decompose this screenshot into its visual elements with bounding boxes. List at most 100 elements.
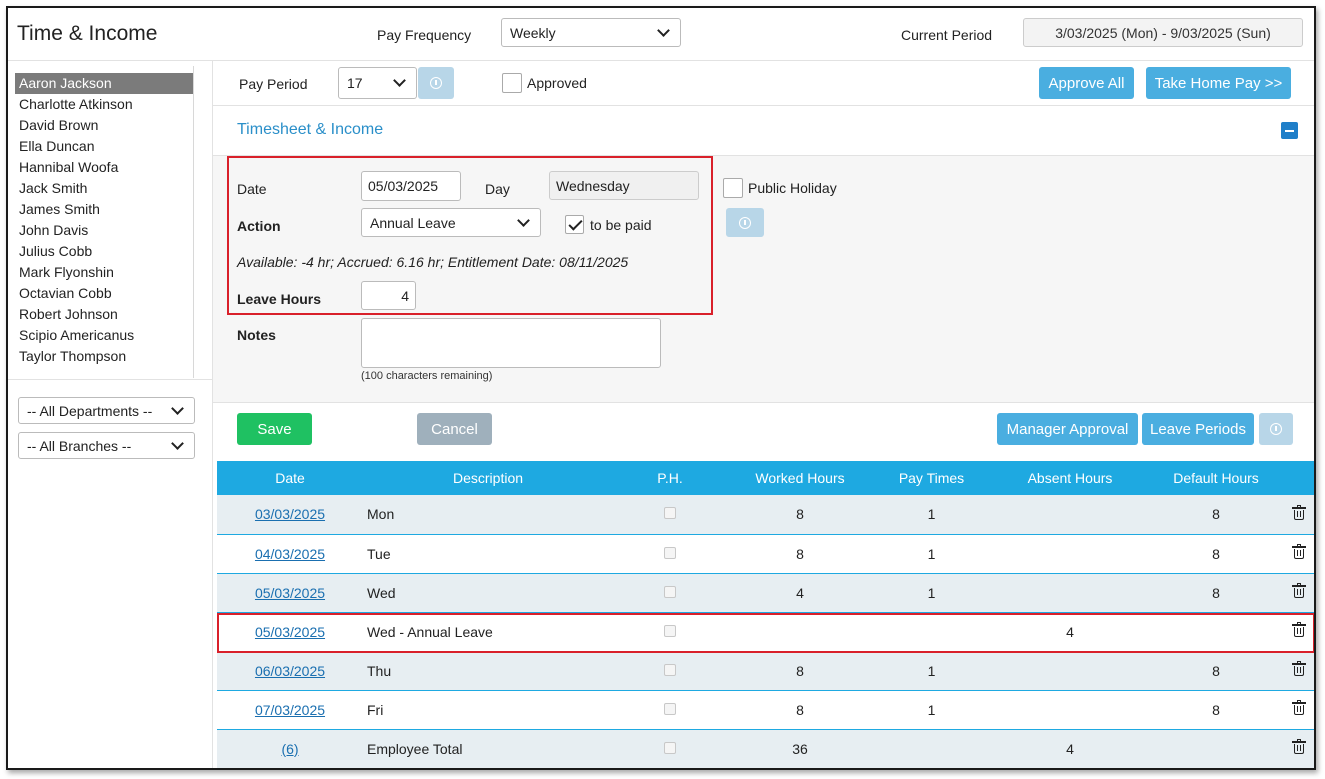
header-divider (8, 60, 1314, 61)
save-button[interactable]: Save (237, 413, 312, 445)
leave-periods-button[interactable]: Leave Periods (1142, 413, 1254, 445)
date-link[interactable]: 04/03/2025 (255, 546, 325, 562)
info-icon (1270, 423, 1282, 435)
chevron-down-icon (393, 74, 406, 87)
notes-label: Notes (237, 327, 276, 343)
info-icon (430, 77, 442, 89)
date-link[interactable]: 05/03/2025 (255, 585, 325, 601)
cell-description: Employee Total (363, 729, 613, 768)
employee-list-item[interactable]: Scipio Americanus (15, 325, 193, 346)
employee-list-item[interactable]: Octavian Cobb (15, 283, 193, 304)
col-header-actions (1282, 461, 1314, 495)
trash-icon[interactable] (1291, 504, 1306, 520)
approve-all-button[interactable]: Approve All (1039, 67, 1134, 99)
pay-frequency-value: Weekly (510, 24, 556, 41)
cell-delete (1282, 495, 1314, 535)
cell-pay-times: 1 (873, 651, 990, 691)
cancel-button[interactable]: Cancel (417, 413, 492, 445)
branch-filter-value: -- All Branches -- (27, 437, 132, 454)
public-holiday-checkbox[interactable] (723, 178, 743, 198)
date-link[interactable]: 03/03/2025 (255, 506, 325, 522)
pay-frequency-select[interactable]: Weekly (501, 18, 681, 47)
current-period-display: 3/03/2025 (Mon) - 9/03/2025 (Sun) (1023, 18, 1303, 47)
page-title: Time & Income (17, 22, 158, 45)
pay-frequency-label: Pay Frequency (377, 27, 472, 43)
employee-list-item[interactable]: Robert Johnson (15, 304, 193, 325)
public-holiday-label: Public Holiday (748, 180, 837, 196)
table-row: 06/03/2025 Thu 8 1 8 (217, 651, 1314, 691)
leave-periods-info-button[interactable] (1259, 413, 1293, 445)
cell-worked-hours: 36 (727, 729, 873, 768)
col-header-pay-times[interactable]: Pay Times (873, 461, 990, 495)
trash-icon[interactable] (1291, 700, 1306, 715)
cell-description: Mon (363, 495, 613, 535)
public-holiday-info-button[interactable] (726, 208, 764, 237)
section-title: Timesheet & Income (237, 121, 384, 138)
date-link[interactable]: 07/03/2025 (255, 702, 325, 718)
cell-ph (613, 690, 727, 730)
employee-list-item[interactable]: Charlotte Atkinson (15, 94, 193, 115)
cell-date: 06/03/2025 (217, 651, 363, 691)
take-home-pay-button[interactable]: Take Home Pay >> (1146, 67, 1291, 99)
cell-delete (1282, 573, 1314, 613)
cell-description: Fri (363, 690, 613, 730)
notes-remaining-counter: (100 characters remaining) (361, 370, 493, 382)
table-row: 05/03/2025 Wed 4 1 8 (217, 573, 1314, 613)
employee-list-item[interactable]: Julius Cobb (15, 241, 193, 262)
minus-icon (1285, 129, 1294, 132)
employee-list-item[interactable]: Aaron Jackson (15, 73, 193, 94)
cell-absent-hours (990, 651, 1150, 691)
cell-absent-hours (990, 573, 1150, 613)
cell-description: Thu (363, 651, 613, 691)
employee-list-item[interactable]: Mark Flyonshin (15, 262, 193, 283)
collapse-section-button[interactable] (1281, 122, 1298, 139)
employee-list-item[interactable]: John Davis (15, 220, 193, 241)
pay-period-info-button[interactable] (418, 67, 454, 99)
table-row: 03/03/2025 Mon 8 1 8 (217, 495, 1314, 535)
current-period-label: Current Period (901, 27, 993, 43)
cell-default-hours: 8 (1150, 651, 1282, 691)
cell-date: (6) (217, 729, 363, 768)
branch-filter-select[interactable]: -- All Branches -- (18, 432, 195, 459)
col-header-date[interactable]: Date (217, 461, 363, 495)
cell-default-hours: 8 (1150, 495, 1282, 535)
cell-worked-hours: 8 (727, 651, 873, 691)
cell-default-hours: 8 (1150, 573, 1282, 613)
trash-icon[interactable] (1291, 661, 1306, 676)
trash-icon[interactable] (1291, 583, 1306, 598)
public-holiday-row-checkbox (664, 663, 676, 676)
notes-textarea[interactable] (361, 318, 661, 368)
employee-list-item[interactable]: David Brown (15, 115, 193, 136)
cell-absent-hours (990, 690, 1150, 730)
employee-list-item[interactable]: Taylor Thompson (15, 346, 193, 367)
date-link[interactable]: 06/03/2025 (255, 663, 325, 679)
col-header-absent-hours[interactable]: Absent Hours (990, 461, 1150, 495)
cell-date: 03/03/2025 (217, 495, 363, 535)
toolbar-divider (212, 105, 1314, 106)
employee-list-scrollbar[interactable] (193, 66, 194, 378)
employee-list-item[interactable]: Jack Smith (15, 178, 193, 199)
employee-list-item[interactable]: James Smith (15, 199, 193, 220)
form-divider (212, 402, 1314, 403)
employee-list-item[interactable]: Ella Duncan (15, 136, 193, 157)
sidebar-list-divider (8, 379, 212, 380)
trash-icon[interactable] (1291, 739, 1306, 754)
approved-checkbox[interactable] (502, 73, 522, 93)
col-header-description[interactable]: Description (363, 461, 613, 495)
col-header-worked-hours[interactable]: Worked Hours (727, 461, 873, 495)
manager-approval-button[interactable]: Manager Approval (997, 413, 1138, 445)
public-holiday-row-checkbox (664, 546, 676, 559)
cell-ph (613, 534, 727, 574)
employee-list-item[interactable]: Hannibal Woofa (15, 157, 193, 178)
cell-pay-times: 1 (873, 573, 990, 613)
date-link[interactable]: (6) (281, 741, 298, 757)
department-filter-select[interactable]: -- All Departments -- (18, 397, 195, 424)
cell-default-hours: 8 (1150, 534, 1282, 574)
col-header-default-hours[interactable]: Default Hours (1150, 461, 1282, 495)
pay-period-select[interactable]: 17 (338, 67, 417, 99)
cell-ph (613, 729, 727, 768)
col-header-ph[interactable]: P.H. (613, 461, 727, 495)
cell-absent-hours: 4 (990, 729, 1150, 768)
cell-worked-hours: 8 (727, 690, 873, 730)
trash-icon[interactable] (1291, 544, 1306, 559)
